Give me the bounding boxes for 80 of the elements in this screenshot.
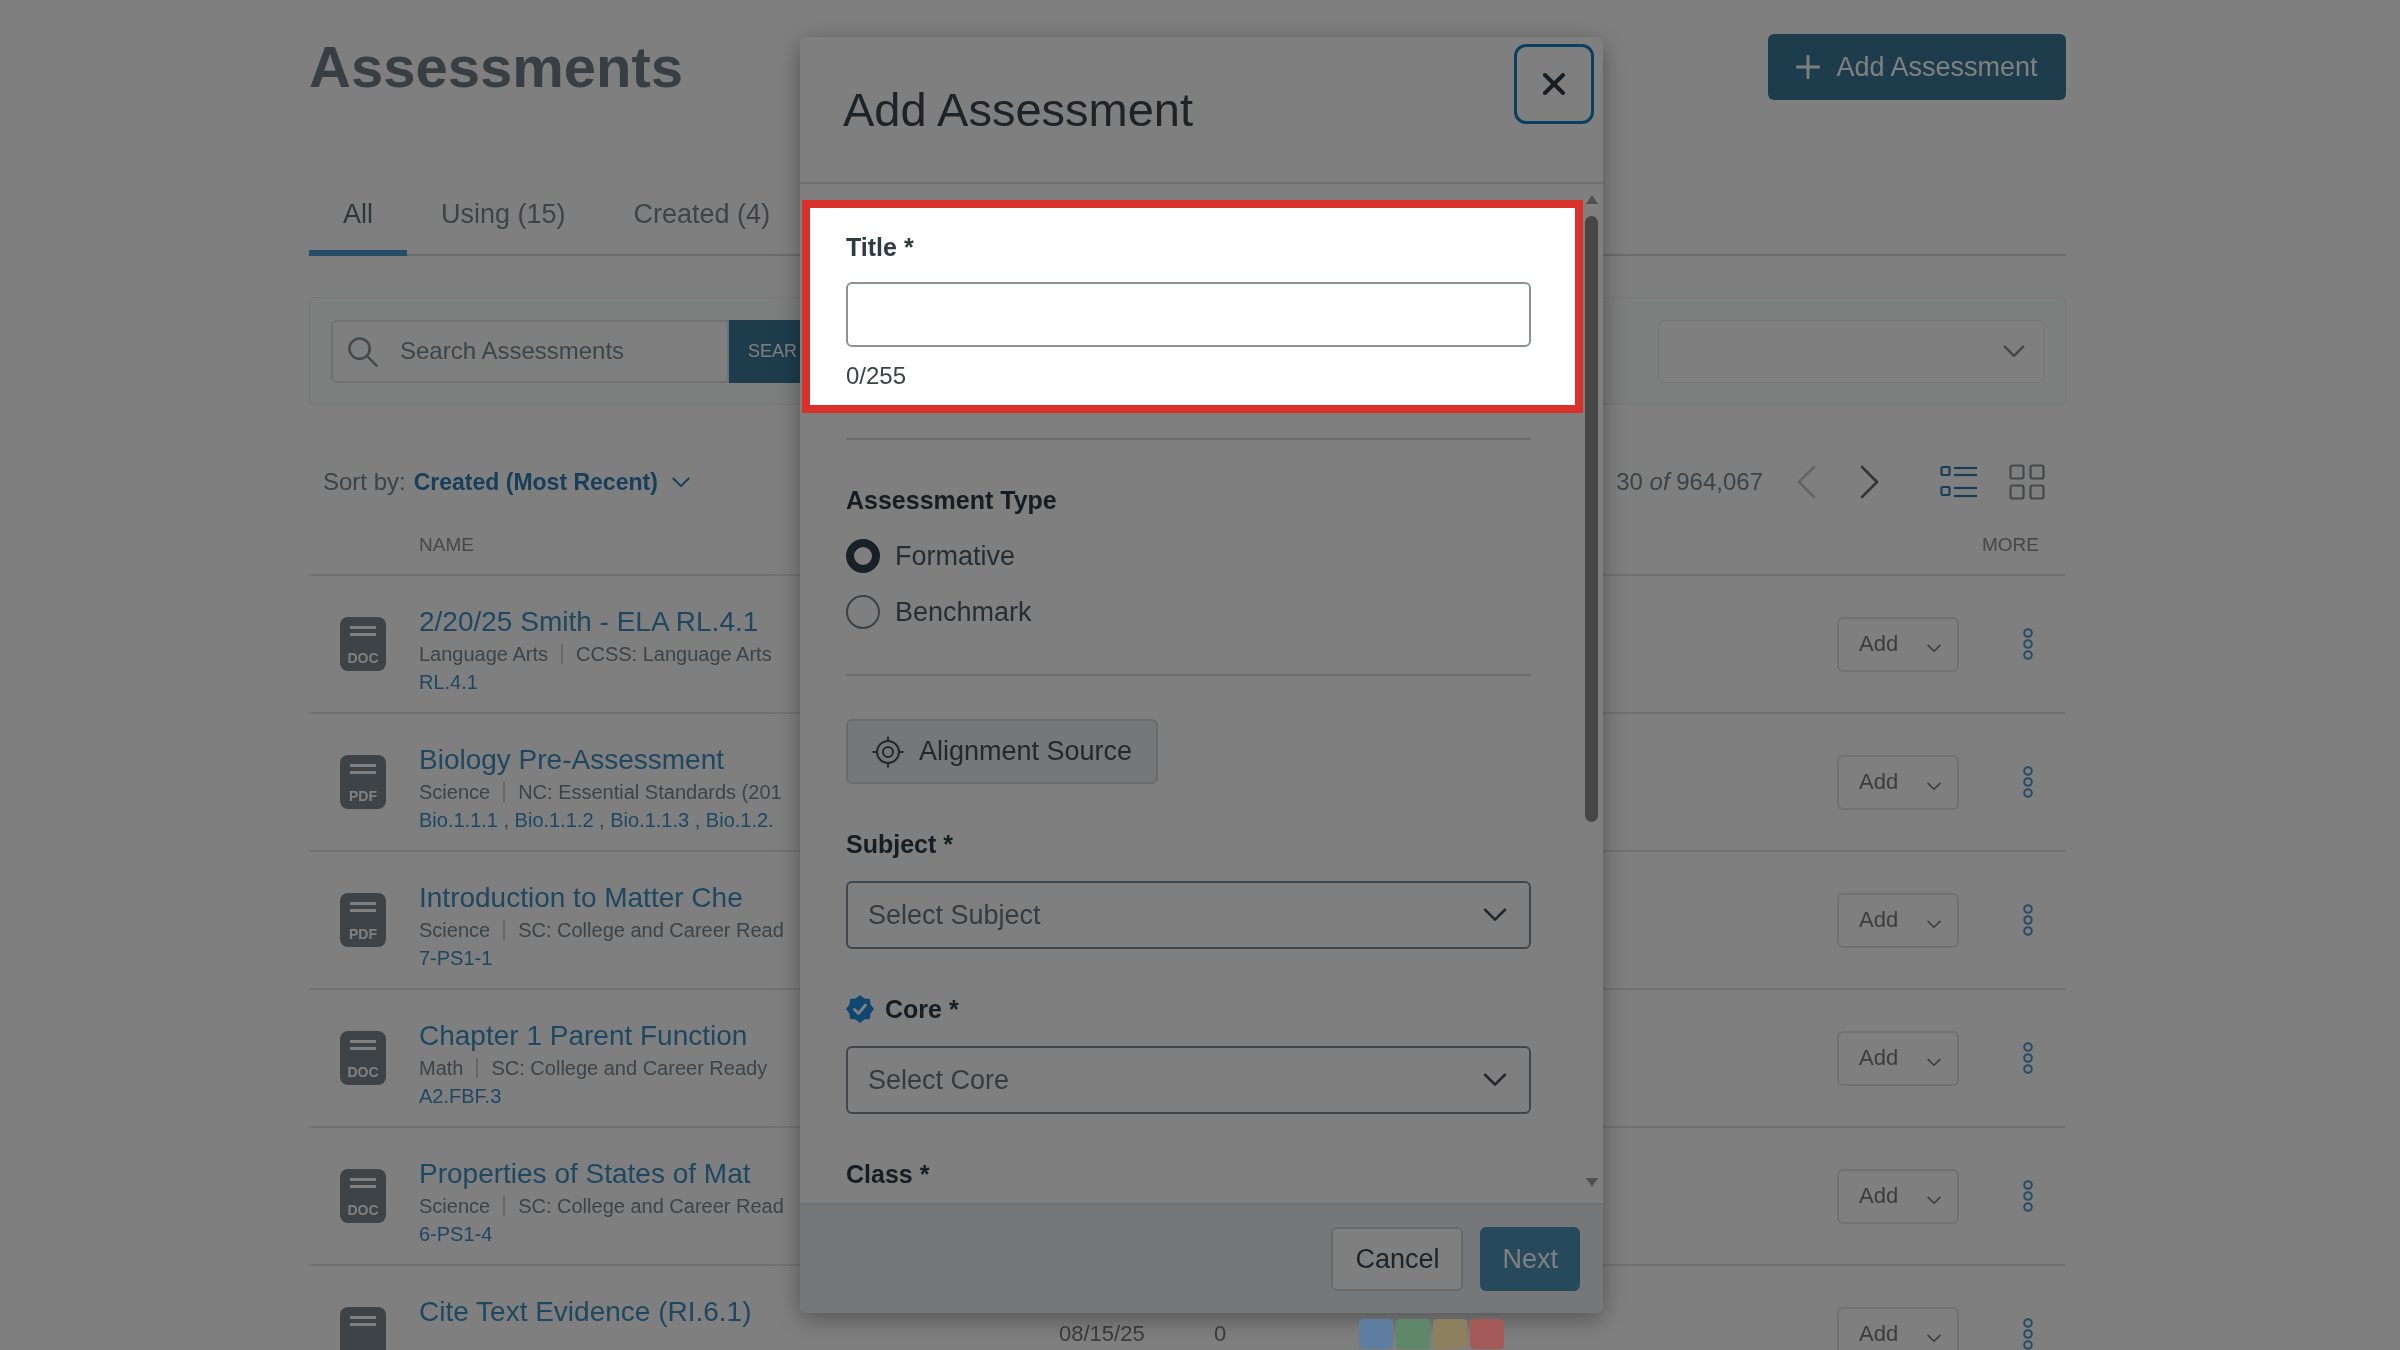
add-dropdown-button[interactable]: Add	[1837, 754, 1959, 810]
add-dropdown-button[interactable]: Add	[1837, 1030, 1959, 1086]
field-label: Class *	[846, 1159, 931, 1190]
vertical-dots-icon[interactable]	[2021, 766, 2034, 798]
add-dropdown-button[interactable]: Add	[1837, 1168, 1959, 1224]
subject-text: Science	[419, 918, 491, 943]
file-type-label: DOC	[346, 650, 380, 666]
chevron-icon	[671, 476, 690, 488]
file-type-label: PDF	[348, 788, 378, 804]
tab[interactable]: Using (15)	[407, 178, 600, 256]
sort-dropdown[interactable]: Created (Most Recent)	[413, 468, 690, 496]
field-label: Core *	[885, 994, 959, 1025]
select-dropdown[interactable]: Select Core	[846, 1046, 1531, 1114]
chevron-icon	[1927, 643, 1941, 653]
cancel-button[interactable]: Cancel	[1331, 1227, 1464, 1291]
search-field[interactable]: Search Assessments	[331, 319, 729, 383]
character-counter: 0/255	[846, 361, 908, 391]
file-icon	[340, 755, 386, 809]
file-type-label: DOC	[346, 1064, 380, 1080]
count-text: 0	[1214, 1321, 1227, 1346]
close-icon	[1543, 73, 1565, 95]
vertical-dots-icon[interactable]	[2021, 1042, 2034, 1074]
dialog-title: Add Assessment	[843, 82, 1194, 137]
file-icon	[340, 1169, 386, 1223]
column-header: MORE	[1982, 534, 2039, 556]
radio-label[interactable]: Formative	[895, 540, 1016, 572]
page-title: Assessments	[309, 34, 683, 100]
search-icon	[347, 335, 378, 367]
subject-text: Language Arts	[419, 642, 548, 667]
sort-label: Sort by:	[323, 468, 406, 496]
subject-text: Math	[419, 1056, 464, 1081]
chevron-icon	[1483, 1073, 1507, 1087]
chevron-icon	[1927, 781, 1941, 791]
chevron-right-icon[interactable]	[1860, 465, 1880, 499]
chevron-icon	[1483, 908, 1507, 922]
vertical-dots-icon[interactable]	[2021, 1318, 2034, 1350]
grid-icon[interactable]	[2009, 464, 2045, 500]
date-text: 08/15/25	[1059, 1321, 1145, 1346]
standard-set-text: SC: College and Career Ready	[476, 1058, 768, 1078]
standard-set-text: SC: College and Career Read	[503, 1196, 784, 1216]
file-icon	[340, 1031, 386, 1085]
column-header: NAME	[419, 534, 474, 556]
file-icon	[340, 617, 386, 671]
radio-button[interactable]	[846, 595, 880, 629]
search-button[interactable]: SEAR	[729, 319, 801, 383]
file-type-label: DOC	[346, 1202, 380, 1218]
target-icon	[872, 735, 904, 768]
select-dropdown[interactable]: Select Subject	[846, 881, 1531, 949]
add-dropdown-button[interactable]: Add	[1837, 616, 1959, 672]
standard-set-text: SC: College and Career Read	[503, 920, 784, 940]
field-label: Subject *	[846, 829, 953, 860]
chevron-icon	[2003, 344, 2025, 358]
add-dropdown-button[interactable]: Add	[1837, 892, 1959, 948]
chevron-icon	[1927, 1333, 1941, 1343]
chevron-icon	[1927, 1195, 1941, 1205]
standard-set-text: NC: Essential Standards (201	[503, 782, 782, 802]
radio-label[interactable]: Benchmark	[895, 596, 1032, 628]
subject-text: Science	[419, 1194, 491, 1219]
add-dropdown-button[interactable]: Add	[1837, 1306, 1959, 1350]
chevron-icon	[1927, 1057, 1941, 1067]
radio-button[interactable]	[846, 539, 880, 573]
chevron-icon	[1927, 919, 1941, 929]
vertical-dots-icon[interactable]	[2021, 1180, 2034, 1212]
vertical-dots-icon[interactable]	[2021, 904, 2034, 936]
alignment-source-button[interactable]: Alignment Source	[846, 719, 1158, 784]
file-icon	[340, 893, 386, 947]
tab[interactable]: All	[309, 178, 407, 256]
field-label: Title *	[846, 232, 915, 263]
close-button[interactable]	[1514, 44, 1594, 124]
pagination-text: 30 of 964,067	[1616, 468, 1763, 496]
field-label: Assessment Type	[846, 485, 1058, 516]
plus-icon	[1796, 55, 1821, 79]
vertical-dots-icon[interactable]	[2021, 628, 2034, 660]
add-assessment-button[interactable]: Add Assessment	[1768, 34, 2066, 100]
tab[interactable]: Created (4)	[599, 178, 805, 256]
standard-set-text: CCSS: Language Arts	[561, 644, 772, 664]
file-type-label: PDF	[348, 926, 378, 942]
list-icon[interactable]	[1940, 465, 1978, 499]
subject-text: Science	[419, 780, 491, 805]
title-input[interactable]	[846, 282, 1531, 347]
